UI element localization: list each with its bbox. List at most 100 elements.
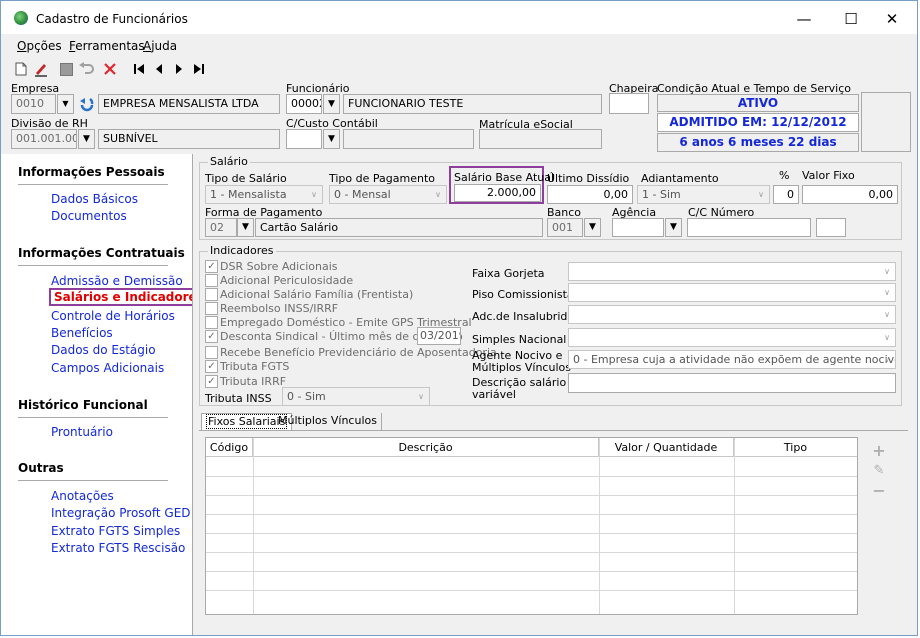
- empregado-domestico-checkbox[interactable]: [205, 316, 218, 329]
- chevron-down-icon: ▼: [242, 222, 249, 232]
- forma-pagamento-dropdown[interactable]: ▼: [237, 218, 254, 237]
- salario-base-field[interactable]: 2.000,00: [454, 184, 541, 202]
- desconta-sindical-checkbox[interactable]: ✓: [205, 330, 218, 343]
- tributa-inss-label: Tributa INSS: [205, 392, 272, 405]
- edit-row-icon[interactable]: ✎: [871, 463, 887, 479]
- save-icon[interactable]: [58, 61, 74, 77]
- column-header-codigo[interactable]: Código: [206, 438, 253, 457]
- forma-pagamento-name: Cartão Salário: [255, 218, 543, 237]
- agente-nocivo-select[interactable]: 0 - Empresa cuja a atividade não expõem …: [568, 350, 896, 369]
- refresh-icon[interactable]: [79, 96, 95, 112]
- table-row: [206, 476, 857, 477]
- undo-icon[interactable]: [78, 61, 94, 77]
- agente-nocivo-value: 0 - Empresa cuja a atividade não expõem …: [573, 353, 896, 366]
- menu-ferramentas[interactable]: Ferramentas: [69, 39, 145, 53]
- adiantamento-select[interactable]: 1 - Sim ∨: [637, 185, 770, 204]
- sidebar-item-dados-estagio[interactable]: Dados do Estágio: [51, 343, 156, 357]
- tributa-fgts-checkbox[interactable]: ✓: [205, 360, 218, 373]
- banco-field[interactable]: 001: [547, 218, 583, 237]
- column-header-valor[interactable]: Valor / Quantidade: [599, 438, 734, 457]
- minimize-button[interactable]: —: [787, 7, 821, 31]
- beneficio-previdenciario-checkbox[interactable]: [205, 346, 218, 359]
- tipo-pagamento-select[interactable]: 0 - Mensal ∨: [329, 185, 447, 204]
- empresa-code-field[interactable]: 0010: [11, 94, 56, 114]
- close-button[interactable]: ✕: [875, 7, 909, 31]
- banco-dropdown[interactable]: ▼: [584, 218, 601, 237]
- sidebar-item-extrato-fgts-simples[interactable]: Extrato FGTS Simples: [51, 524, 180, 538]
- custo-contabil-dropdown[interactable]: ▼: [323, 129, 340, 149]
- salario-familia-checkbox[interactable]: [205, 288, 218, 301]
- new-document-icon[interactable]: [13, 61, 29, 77]
- menu-ajuda[interactable]: Ajuda: [143, 39, 177, 53]
- fixos-salariais-table[interactable]: Código Descrição Valor / Quantidade Tipo: [205, 437, 858, 615]
- faixa-gorjeta-select[interactable]: ∨: [568, 262, 896, 281]
- piso-comissionista-select[interactable]: ∨: [568, 283, 896, 302]
- delete-icon[interactable]: [102, 61, 118, 77]
- custo-contabil-name-field: [343, 129, 474, 149]
- sidebar-item-controle-horarios[interactable]: Controle de Horários: [51, 309, 175, 323]
- agencia-dropdown[interactable]: ▼: [665, 218, 682, 237]
- chevron-down-icon: ▼: [589, 222, 596, 232]
- add-icon[interactable]: +: [871, 443, 887, 459]
- sidebar-item-admissao-demissao[interactable]: Admissão e Demissão: [51, 274, 183, 288]
- custo-contabil-field[interactable]: [286, 129, 322, 149]
- tributa-inss-select[interactable]: 0 - Sim ∨: [282, 387, 430, 406]
- periculosidade-checkbox[interactable]: [205, 274, 218, 287]
- app-icon: [14, 11, 28, 25]
- sidebar-item-anotacoes[interactable]: Anotações: [51, 489, 114, 503]
- previous-record-icon[interactable]: [151, 61, 167, 77]
- salario-base-label: Salário Base Atual: [454, 171, 555, 184]
- cc-numero-field[interactable]: [687, 218, 811, 237]
- percent-field[interactable]: 0: [773, 185, 799, 204]
- next-record-icon[interactable]: [171, 61, 187, 77]
- tempo-servico-badge: 6 anos 6 meses 22 dias: [657, 133, 859, 152]
- dsr-checkbox[interactable]: ✓: [205, 260, 218, 273]
- sidebar-item-prontuario[interactable]: Prontuário: [51, 425, 113, 439]
- window-title: Cadastro de Funcionários: [36, 12, 188, 26]
- edit-icon[interactable]: [33, 61, 49, 77]
- remove-icon[interactable]: −: [871, 483, 887, 499]
- sidebar-item-integracao-ged[interactable]: Integração Prosoft GED: [51, 506, 191, 520]
- sidebar-item-beneficios[interactable]: Benefícios: [51, 326, 113, 340]
- reembolso-checkbox[interactable]: [205, 302, 218, 315]
- tab-multiplos-vinculos[interactable]: Múltiplos Vínculos: [274, 413, 382, 431]
- chapeira-field[interactable]: [609, 93, 649, 114]
- menu-opcoes[interactable]: Opções: [17, 39, 62, 53]
- agencia-field[interactable]: [612, 218, 664, 237]
- sidebar-item-dados-basicos[interactable]: Dados Básicos: [51, 192, 138, 206]
- sidebar-item-campos-adicionais[interactable]: Campos Adicionais: [51, 361, 164, 375]
- sidebar-item-documentos[interactable]: Documentos: [51, 209, 127, 223]
- funcionario-dropdown[interactable]: ▼: [323, 94, 340, 114]
- divisao-code-field[interactable]: 001.001.000: [11, 129, 77, 149]
- chevron-down-icon: ∨: [758, 190, 764, 199]
- ultimo-dissidio-field[interactable]: 0,00: [547, 185, 633, 204]
- column-header-tipo[interactable]: Tipo: [734, 438, 857, 457]
- section-informacoes-contratuais: Informações Contratuais: [18, 246, 185, 260]
- forma-pagamento-code[interactable]: 02: [205, 218, 237, 237]
- first-record-icon[interactable]: [131, 61, 147, 77]
- maximize-button[interactable]: ☐: [834, 7, 868, 31]
- divisao-dropdown[interactable]: ▼: [78, 129, 95, 149]
- tributa-irrf-checkbox[interactable]: ✓: [205, 375, 218, 388]
- insalubridade-select[interactable]: ∨: [568, 305, 896, 324]
- last-record-icon[interactable]: [191, 61, 207, 77]
- sindical-mes-field[interactable]: 03/2019: [417, 327, 461, 345]
- empresa-dropdown[interactable]: ▼: [57, 94, 74, 114]
- chevron-down-icon: ∨: [311, 190, 317, 199]
- valor-fixo-label: Valor Fixo: [802, 169, 855, 182]
- simples-nacional-select[interactable]: ∨: [568, 328, 896, 347]
- section-historico-funcional: Histórico Funcional: [18, 398, 148, 412]
- chevron-down-icon: ▼: [328, 99, 335, 109]
- tipo-salario-select[interactable]: 1 - Mensalista ∨: [205, 185, 323, 204]
- cc-digito-field[interactable]: [816, 218, 846, 237]
- valor-fixo-field[interactable]: 0,00: [802, 185, 898, 204]
- main-panel: Salário Tipo de Salário 1 - Mensalista ∨…: [192, 154, 917, 635]
- column-header-descricao[interactable]: Descrição: [253, 438, 599, 457]
- funcionario-code-field[interactable]: 00002: [286, 94, 322, 114]
- section-outras: Outras: [18, 461, 64, 475]
- matricula-esocial-field[interactable]: [479, 129, 602, 149]
- sidebar-item-extrato-fgts-rescisao[interactable]: Extrato FGTS Rescisão: [51, 541, 185, 555]
- indicadores-group-title: Indicadores: [208, 244, 276, 257]
- descricao-variavel-field[interactable]: [568, 373, 896, 393]
- sidebar-item-salarios-indicadores[interactable]: Salários e Indicadores: [49, 288, 209, 306]
